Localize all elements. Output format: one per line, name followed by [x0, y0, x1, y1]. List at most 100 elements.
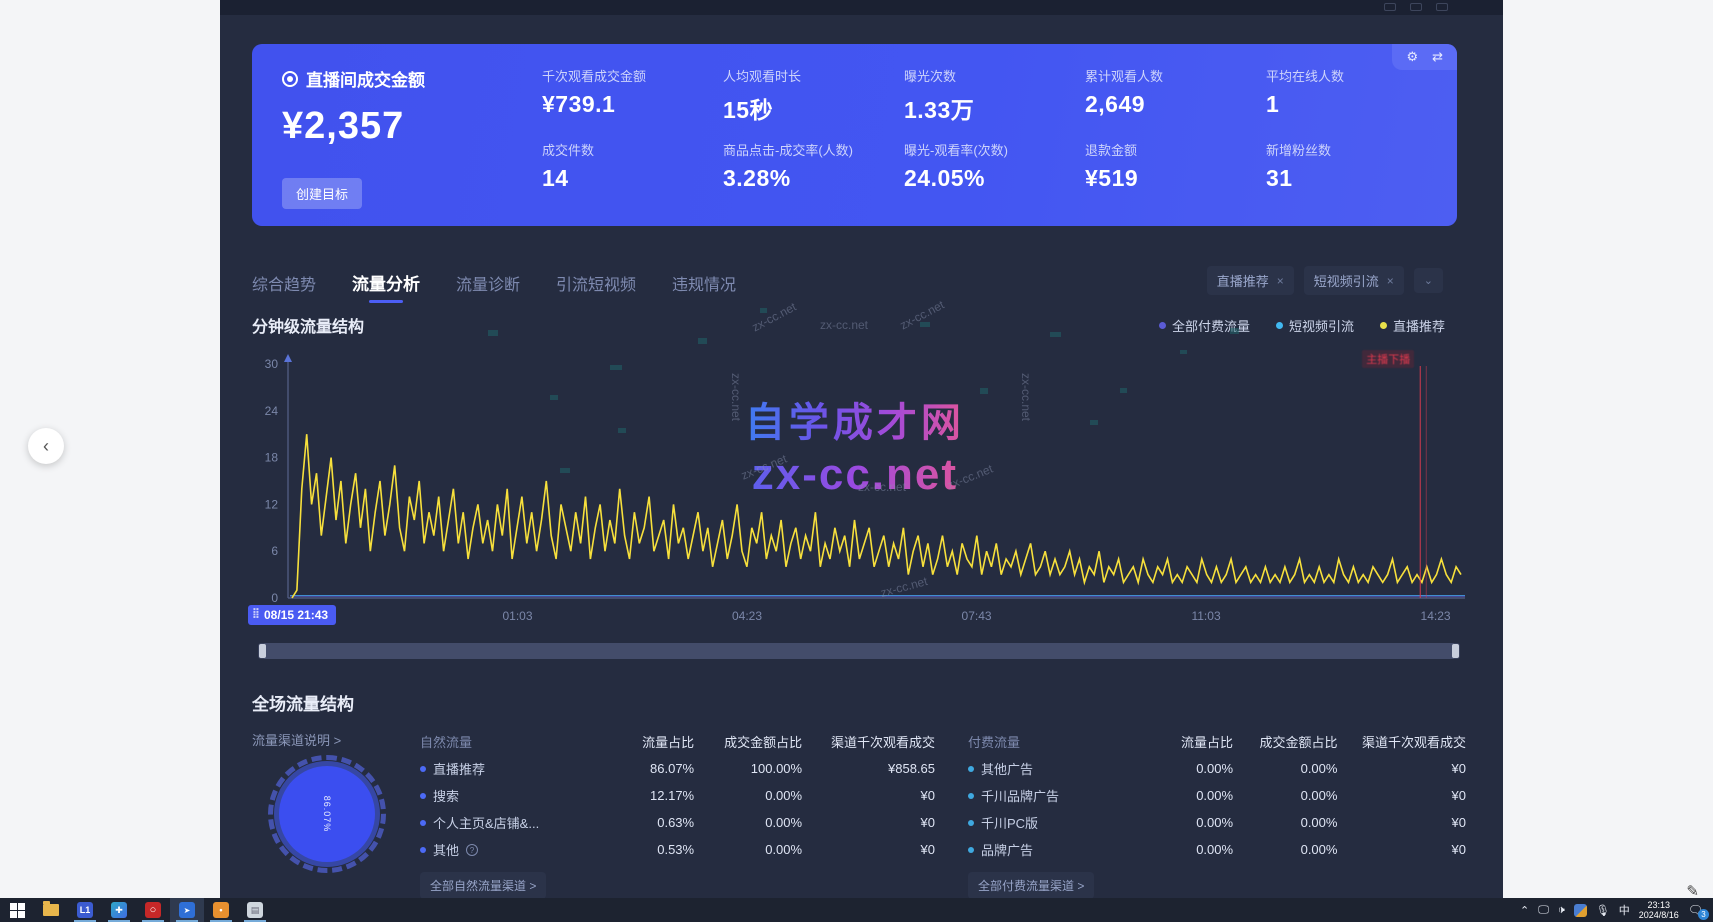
- all-channels-link[interactable]: 全部自然流量渠道 >: [420, 872, 546, 899]
- table-row[interactable]: 千川品牌广告0.00%0.00%¥0: [968, 782, 1466, 809]
- notification-badge: 3: [1698, 909, 1709, 920]
- range-slider-right-handle[interactable]: [1452, 644, 1459, 658]
- traffic-share: 0.00%: [1137, 815, 1233, 830]
- ime-indicator[interactable]: 中: [1619, 902, 1630, 918]
- legend-dot: [1159, 322, 1166, 329]
- table-row[interactable]: 个人主页&店铺&...0.63%0.00%¥0: [420, 809, 935, 836]
- tab-综合趋势[interactable]: 综合趋势: [252, 271, 316, 303]
- kpi-metric-label: 退款金额: [1085, 140, 1246, 159]
- channel-label: 搜索: [433, 786, 459, 805]
- kpi-metric-value: 1.33万: [904, 91, 1065, 125]
- col-header: 流量占比: [594, 732, 694, 751]
- x-tick-label: 11:03: [1191, 609, 1220, 623]
- kpi-metric: 成交件数14: [542, 140, 703, 208]
- taskbar-app-notepad[interactable]: ▤: [238, 898, 272, 922]
- legend-dot: [1380, 322, 1387, 329]
- traffic-share: 0.00%: [1137, 842, 1233, 857]
- channel-dot: [420, 766, 426, 772]
- taskbar-app-orange-dot[interactable]: •: [204, 898, 238, 922]
- kpi-metric: 退款金额 ¥519: [1085, 140, 1246, 208]
- all-channels-link[interactable]: 全部付费流量渠道 >: [968, 872, 1094, 899]
- kpi-metric-label: 成交件数: [542, 140, 703, 159]
- titlebar-icon[interactable]: [1410, 3, 1422, 11]
- gmv-share: 0.00%: [1233, 761, 1337, 776]
- minute-traffic-chart[interactable]: 0612182430: [252, 352, 1467, 604]
- kpi-metric-value: 3.28%: [723, 165, 884, 192]
- filter-dropdown-chevron-icon[interactable]: ⌄: [1414, 268, 1443, 293]
- kpi-metric: 人均观看时长15秒: [723, 66, 884, 134]
- taskbar-app-blue-cursor[interactable]: ➤: [170, 898, 204, 922]
- notepad-icon: ▤: [247, 902, 263, 918]
- kpi-metric-value: 1: [1266, 91, 1427, 118]
- col-header: 成交金额占比: [1233, 732, 1337, 751]
- microphone-icon[interactable]: 🎙: [1596, 904, 1610, 917]
- time-start-badge[interactable]: 08/15 21:43: [248, 605, 336, 625]
- taskbar-app-explorer[interactable]: [34, 898, 68, 922]
- table-row[interactable]: 其他?0.53%0.00%¥0: [420, 836, 935, 863]
- tab-流量分析[interactable]: 流量分析: [352, 270, 420, 303]
- channel-note-link[interactable]: 流量渠道说明 >: [252, 730, 341, 749]
- titlebar-icons: [1384, 3, 1448, 11]
- kpi-metric-label: 人均观看时长: [723, 66, 884, 85]
- live-analytics-window: 直播间成交金额 ¥2,357 创建目标 千次观看成交金额 ¥739.1 成交件数14…: [220, 0, 1503, 898]
- taskbar-app-L1[interactable]: L1: [68, 898, 102, 922]
- tray-chevron-icon[interactable]: ⌃: [1520, 904, 1529, 917]
- table-row[interactable]: 千川PC版0.00%0.00%¥0: [968, 809, 1466, 836]
- traffic-donut-chart[interactable]: 86.07%: [268, 755, 386, 873]
- taskbar-app-start[interactable]: [0, 898, 34, 922]
- tab-违规情况[interactable]: 违规情况: [672, 271, 736, 303]
- kpi-metric-label: 千次观看成交金额: [542, 66, 703, 85]
- legend-item-短视频引流[interactable]: 短视频引流: [1276, 316, 1354, 335]
- speaker-icon[interactable]: 🕩: [1558, 904, 1565, 917]
- table-row[interactable]: 品牌广告0.00%0.00%¥0: [968, 836, 1466, 863]
- traffic-share: 12.17%: [594, 788, 694, 803]
- col-header: 成交金额占比: [694, 732, 802, 751]
- taskbar-clock[interactable]: 23:13 2024/8/16: [1639, 900, 1679, 920]
- swap-icon[interactable]: ⇄: [1432, 49, 1443, 65]
- gear-icon[interactable]: ⚙: [1406, 49, 1418, 65]
- tab-引流短视频[interactable]: 引流短视频: [556, 271, 636, 303]
- filter-tag[interactable]: 直播推荐×: [1207, 266, 1294, 295]
- gmv-block: 直播间成交金额 ¥2,357 创建目标: [282, 66, 532, 208]
- info-icon[interactable]: ?: [466, 844, 478, 856]
- tray-app-icon[interactable]: [1574, 904, 1587, 917]
- legend-item-全部付费流量[interactable]: 全部付费流量: [1159, 316, 1250, 335]
- svg-text:0: 0: [271, 591, 278, 604]
- kpi-metric: 曝光次数1.33万: [904, 66, 1065, 134]
- chart-range-slider[interactable]: [258, 643, 1460, 659]
- filter-tag[interactable]: 短视频引流×: [1304, 266, 1404, 295]
- gmv-share: 0.00%: [1233, 788, 1337, 803]
- create-goal-button[interactable]: 创建目标: [282, 178, 362, 209]
- kpi-metric: 千次观看成交金额 ¥739.1: [542, 66, 703, 134]
- kpi-metric-label: 新增粉丝数: [1266, 140, 1427, 159]
- channel-gpm: ¥858.65: [802, 761, 935, 776]
- titlebar-icon[interactable]: [1436, 3, 1448, 11]
- kpi-metric-value: ¥739.1: [542, 91, 703, 118]
- traffic-share: 0.63%: [594, 815, 694, 830]
- kpi-metric-value: ¥519: [1085, 165, 1246, 192]
- legend-item-直播推荐[interactable]: 直播推荐: [1380, 316, 1445, 335]
- notification-icon[interactable]: 🗨3: [1688, 903, 1703, 917]
- table-row[interactable]: 搜索12.17%0.00%¥0: [420, 782, 935, 809]
- gmv-label: 直播间成交金额: [306, 66, 425, 91]
- paid-traffic-table: 付费流量流量占比成交金额占比渠道千次观看成交其他广告0.00%0.00%¥0千川…: [968, 728, 1466, 899]
- natural-traffic-table: 自然流量流量占比成交金额占比渠道千次观看成交直播推荐86.07%100.00%¥…: [420, 728, 935, 899]
- network-icon[interactable]: 🖵: [1538, 904, 1549, 917]
- tab-流量诊断[interactable]: 流量诊断: [456, 271, 520, 303]
- page-back-button[interactable]: ‹: [28, 428, 64, 464]
- tag-remove-icon[interactable]: ×: [1277, 274, 1284, 288]
- channel-label: 千川PC版: [981, 813, 1038, 832]
- taskbar-app-teal-plus[interactable]: ✚: [102, 898, 136, 922]
- table-row[interactable]: 其他广告0.00%0.00%¥0: [968, 755, 1466, 782]
- range-slider-left-handle[interactable]: [259, 644, 266, 658]
- tag-remove-icon[interactable]: ×: [1387, 274, 1394, 288]
- watermark-tile: zx-cc.net: [898, 298, 947, 333]
- taskbar-app-red-ring[interactable]: ○: [136, 898, 170, 922]
- channel-gpm: ¥0: [802, 842, 935, 857]
- table-row[interactable]: 直播推荐86.07%100.00%¥858.65: [420, 755, 935, 782]
- watermark-tile: zx-cc.net: [750, 300, 799, 335]
- channel-filter: 直播推荐× 短视频引流× ⌄: [1207, 266, 1443, 295]
- channel-dot: [968, 766, 974, 772]
- traffic-share: 0.53%: [594, 842, 694, 857]
- titlebar-icon[interactable]: [1384, 3, 1396, 11]
